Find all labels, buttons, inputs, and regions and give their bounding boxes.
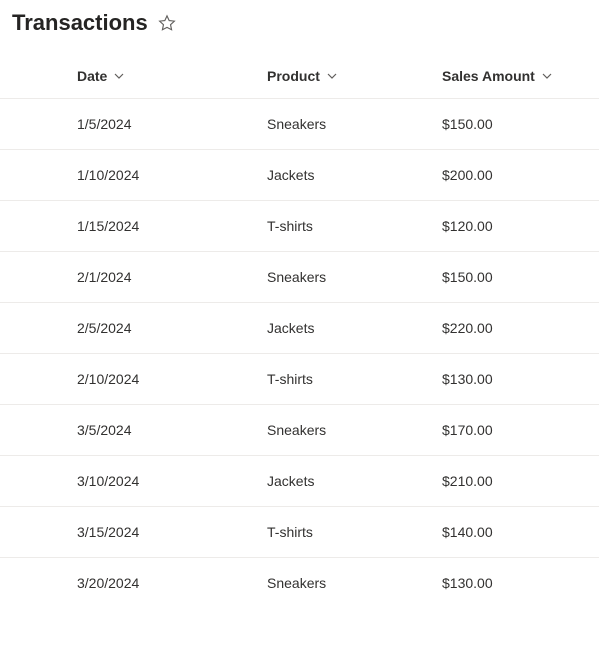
table-row[interactable]: 2/1/2024Sneakers$150.00 [0, 252, 599, 303]
cell-date: 2/10/2024 [77, 354, 267, 404]
cell-amount: $200.00 [442, 150, 587, 200]
chevron-down-icon [113, 70, 125, 82]
transactions-table: Date Product Sales Amount 1/ [0, 54, 599, 608]
table-body: 1/5/2024Sneakers$150.001/10/2024Jackets$… [0, 99, 599, 608]
cell-date: 2/1/2024 [77, 252, 267, 302]
header-spacer [12, 54, 77, 98]
cell-amount: $220.00 [442, 303, 587, 353]
cell-amount: $140.00 [442, 507, 587, 557]
cell-date: 2/5/2024 [77, 303, 267, 353]
cell-product: T-shirts [267, 354, 442, 404]
cell-product: T-shirts [267, 201, 442, 251]
cell-amount: $170.00 [442, 405, 587, 455]
cell-product: Sneakers [267, 405, 442, 455]
chevron-down-icon [326, 70, 338, 82]
page-header: Transactions [0, 0, 599, 54]
table-header-row: Date Product Sales Amount [0, 54, 599, 99]
cell-date: 3/10/2024 [77, 456, 267, 506]
row-spacer [12, 405, 77, 455]
row-spacer [12, 99, 77, 149]
row-spacer [12, 201, 77, 251]
column-header-amount-label: Sales Amount [442, 68, 535, 84]
column-header-date[interactable]: Date [77, 54, 267, 98]
row-spacer [12, 150, 77, 200]
favorite-star-icon[interactable] [158, 14, 176, 32]
row-spacer [12, 354, 77, 404]
cell-amount: $120.00 [442, 201, 587, 251]
row-spacer [12, 558, 77, 608]
table-row[interactable]: 1/15/2024T-shirts$120.00 [0, 201, 599, 252]
column-header-date-label: Date [77, 68, 107, 84]
page-title: Transactions [12, 10, 148, 36]
column-header-product-label: Product [267, 68, 320, 84]
table-row[interactable]: 3/5/2024Sneakers$170.00 [0, 405, 599, 456]
cell-product: Jackets [267, 456, 442, 506]
cell-product: T-shirts [267, 507, 442, 557]
cell-amount: $130.00 [442, 558, 587, 608]
cell-date: 3/15/2024 [77, 507, 267, 557]
cell-product: Jackets [267, 150, 442, 200]
column-header-amount[interactable]: Sales Amount [442, 54, 587, 98]
cell-product: Sneakers [267, 99, 442, 149]
cell-amount: $150.00 [442, 99, 587, 149]
table-row[interactable]: 2/10/2024T-shirts$130.00 [0, 354, 599, 405]
cell-date: 3/5/2024 [77, 405, 267, 455]
cell-date: 1/5/2024 [77, 99, 267, 149]
cell-date: 1/15/2024 [77, 201, 267, 251]
cell-product: Sneakers [267, 558, 442, 608]
table-row[interactable]: 3/15/2024T-shirts$140.00 [0, 507, 599, 558]
cell-amount: $210.00 [442, 456, 587, 506]
row-spacer [12, 252, 77, 302]
cell-amount: $150.00 [442, 252, 587, 302]
cell-amount: $130.00 [442, 354, 587, 404]
cell-product: Jackets [267, 303, 442, 353]
table-row[interactable]: 3/10/2024Jackets$210.00 [0, 456, 599, 507]
cell-date: 1/10/2024 [77, 150, 267, 200]
cell-date: 3/20/2024 [77, 558, 267, 608]
table-row[interactable]: 1/10/2024Jackets$200.00 [0, 150, 599, 201]
row-spacer [12, 303, 77, 353]
row-spacer [12, 507, 77, 557]
column-header-product[interactable]: Product [267, 54, 442, 98]
row-spacer [12, 456, 77, 506]
table-row[interactable]: 1/5/2024Sneakers$150.00 [0, 99, 599, 150]
table-row[interactable]: 3/20/2024Sneakers$130.00 [0, 558, 599, 608]
cell-product: Sneakers [267, 252, 442, 302]
table-row[interactable]: 2/5/2024Jackets$220.00 [0, 303, 599, 354]
chevron-down-icon [541, 70, 553, 82]
